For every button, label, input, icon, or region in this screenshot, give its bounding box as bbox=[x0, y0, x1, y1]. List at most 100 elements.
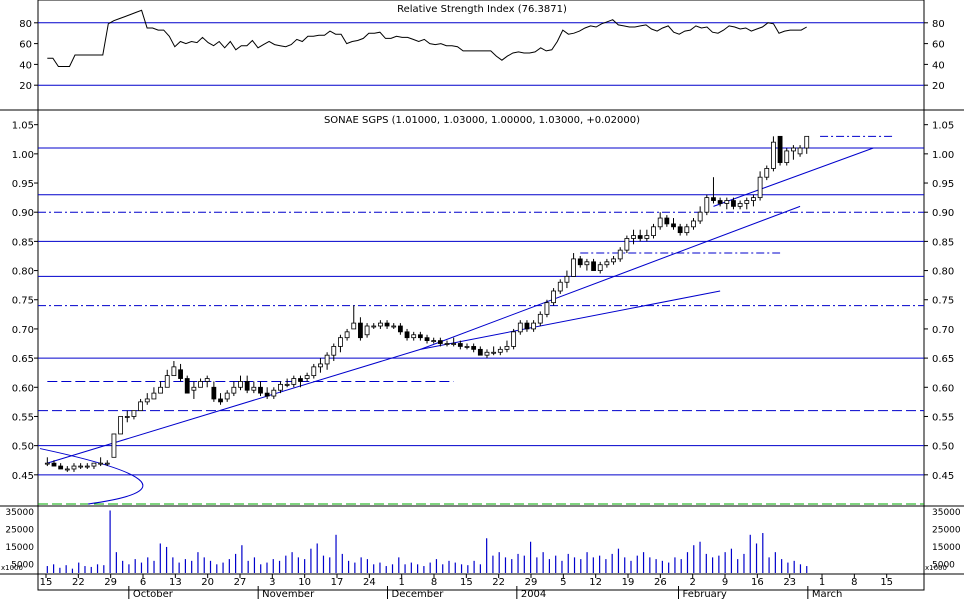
candle-body-down bbox=[218, 398, 223, 403]
volume-tick-label: 25000 bbox=[932, 526, 961, 536]
candlestick bbox=[64, 466, 70, 472]
candle-body-up bbox=[251, 386, 257, 391]
x-tick-label: 29 bbox=[525, 577, 538, 588]
price-tick-label: 0.65 bbox=[932, 354, 954, 365]
rsi-pane: Relative Strength Index (76.3871) 80 80 60… bbox=[19, 4, 944, 92]
candle-body-up bbox=[198, 381, 203, 388]
price-tick-label: 1.05 bbox=[932, 121, 954, 132]
candlestick bbox=[597, 261, 603, 274]
price-tick-label: 0.60 bbox=[12, 383, 34, 394]
candle-body-down bbox=[424, 337, 430, 341]
candlestick bbox=[617, 247, 623, 262]
rsi-tick-label: 60 bbox=[19, 40, 32, 51]
price-tick-label: 0.85 bbox=[12, 237, 34, 248]
x-tick-label: 6 bbox=[140, 577, 146, 588]
rsi-tick-label: 80 bbox=[932, 19, 945, 30]
candle-body-up bbox=[331, 346, 337, 356]
candle-body-up bbox=[704, 197, 710, 213]
x-tick-label: 20 bbox=[201, 577, 214, 588]
x-tick-label: 15 bbox=[40, 577, 53, 588]
candlestick bbox=[91, 462, 97, 469]
candle-body-up bbox=[364, 325, 370, 336]
x-tick-label: 10 bbox=[298, 577, 311, 588]
candlestick bbox=[584, 258, 590, 271]
candle-body-up bbox=[71, 465, 77, 470]
candlestick bbox=[697, 206, 703, 224]
rsi-line bbox=[47, 9, 807, 67]
month-label: 2004 bbox=[521, 589, 546, 599]
candlestick bbox=[78, 463, 84, 469]
price-title: SONAE SGPS (1.01000, 1.03000, 1.00000, 1… bbox=[324, 115, 640, 126]
candle-body-up bbox=[784, 150, 790, 164]
candlestick bbox=[84, 463, 90, 469]
candle-body-up bbox=[444, 343, 450, 345]
candlestick bbox=[484, 349, 490, 359]
price-tick-label: 0.55 bbox=[932, 412, 954, 423]
rsi-tick-label: 60 bbox=[932, 40, 945, 51]
candle-body-down bbox=[384, 322, 390, 327]
x-tick-label: 17 bbox=[331, 577, 344, 588]
candle-body-up bbox=[644, 235, 650, 239]
candlestick bbox=[577, 255, 583, 268]
candle-body-up bbox=[451, 343, 457, 345]
x-tick-label: 3 bbox=[269, 577, 275, 588]
candlestick bbox=[664, 215, 670, 227]
candle-body-down bbox=[777, 135, 783, 164]
month-label: February bbox=[683, 589, 727, 599]
candle-body-up bbox=[284, 383, 290, 386]
candle-body-up bbox=[484, 351, 490, 356]
candle-body-up bbox=[144, 398, 150, 403]
price-tick-label: 0.50 bbox=[12, 442, 34, 453]
candle-body-down bbox=[298, 378, 303, 382]
candle-body-up bbox=[571, 258, 576, 277]
price-pane: SONAE SGPS (1.01000, 1.03000, 1.00000, 1… bbox=[12, 115, 954, 505]
candle-body-down bbox=[731, 200, 736, 207]
candle-body-up bbox=[78, 465, 84, 468]
candle-body-down bbox=[677, 226, 683, 234]
price-tick-label: 0.90 bbox=[12, 208, 34, 219]
candlestick bbox=[497, 346, 503, 356]
candlestick bbox=[631, 229, 636, 245]
candle-body-down bbox=[51, 462, 57, 467]
candlestick bbox=[651, 223, 656, 239]
price-tick-label: 0.95 bbox=[932, 179, 954, 190]
candlestick bbox=[757, 171, 763, 201]
rsi-tick-label: 20 bbox=[19, 81, 32, 92]
candle-body-up bbox=[124, 416, 130, 418]
candle-body-up bbox=[564, 276, 570, 283]
candle-body-down bbox=[258, 386, 263, 394]
candle-body-up bbox=[604, 261, 610, 266]
price-tick-label: 0.90 bbox=[932, 208, 954, 219]
candle-body-up bbox=[158, 386, 163, 394]
x-tick-label: 26 bbox=[654, 577, 667, 588]
candle-body-up bbox=[551, 290, 556, 304]
x-tick-label: 1 bbox=[398, 577, 404, 588]
candlestick bbox=[524, 320, 530, 332]
candle-body-up bbox=[684, 226, 690, 234]
candlestick bbox=[184, 375, 190, 394]
candle-body-down bbox=[417, 334, 423, 339]
x-tick-label: 8 bbox=[431, 577, 437, 588]
candle-body-up bbox=[724, 200, 730, 204]
price-tick-label: 0.80 bbox=[12, 267, 34, 278]
candle-body-up bbox=[631, 235, 636, 239]
candle-body-up bbox=[151, 392, 157, 400]
candle-body-up bbox=[131, 410, 137, 417]
candle-body-up bbox=[271, 389, 277, 397]
candlestick bbox=[118, 416, 124, 435]
candle-body-up bbox=[797, 147, 803, 155]
arc-curve bbox=[39, 448, 144, 505]
price-tick-label: 0.75 bbox=[12, 296, 34, 307]
candle-body-up bbox=[64, 468, 70, 471]
candlestick bbox=[151, 387, 157, 400]
candle-body-up bbox=[304, 375, 310, 379]
candle-body-up bbox=[324, 354, 330, 365]
candle-body-down bbox=[397, 325, 403, 333]
candle-body-down bbox=[184, 378, 190, 394]
candle-body-up bbox=[231, 386, 237, 394]
candlestick bbox=[251, 381, 257, 394]
candlestick bbox=[378, 320, 383, 329]
candle-body-up bbox=[311, 366, 317, 377]
candlestick bbox=[138, 398, 143, 412]
price-tick-label: 0.70 bbox=[932, 325, 954, 336]
